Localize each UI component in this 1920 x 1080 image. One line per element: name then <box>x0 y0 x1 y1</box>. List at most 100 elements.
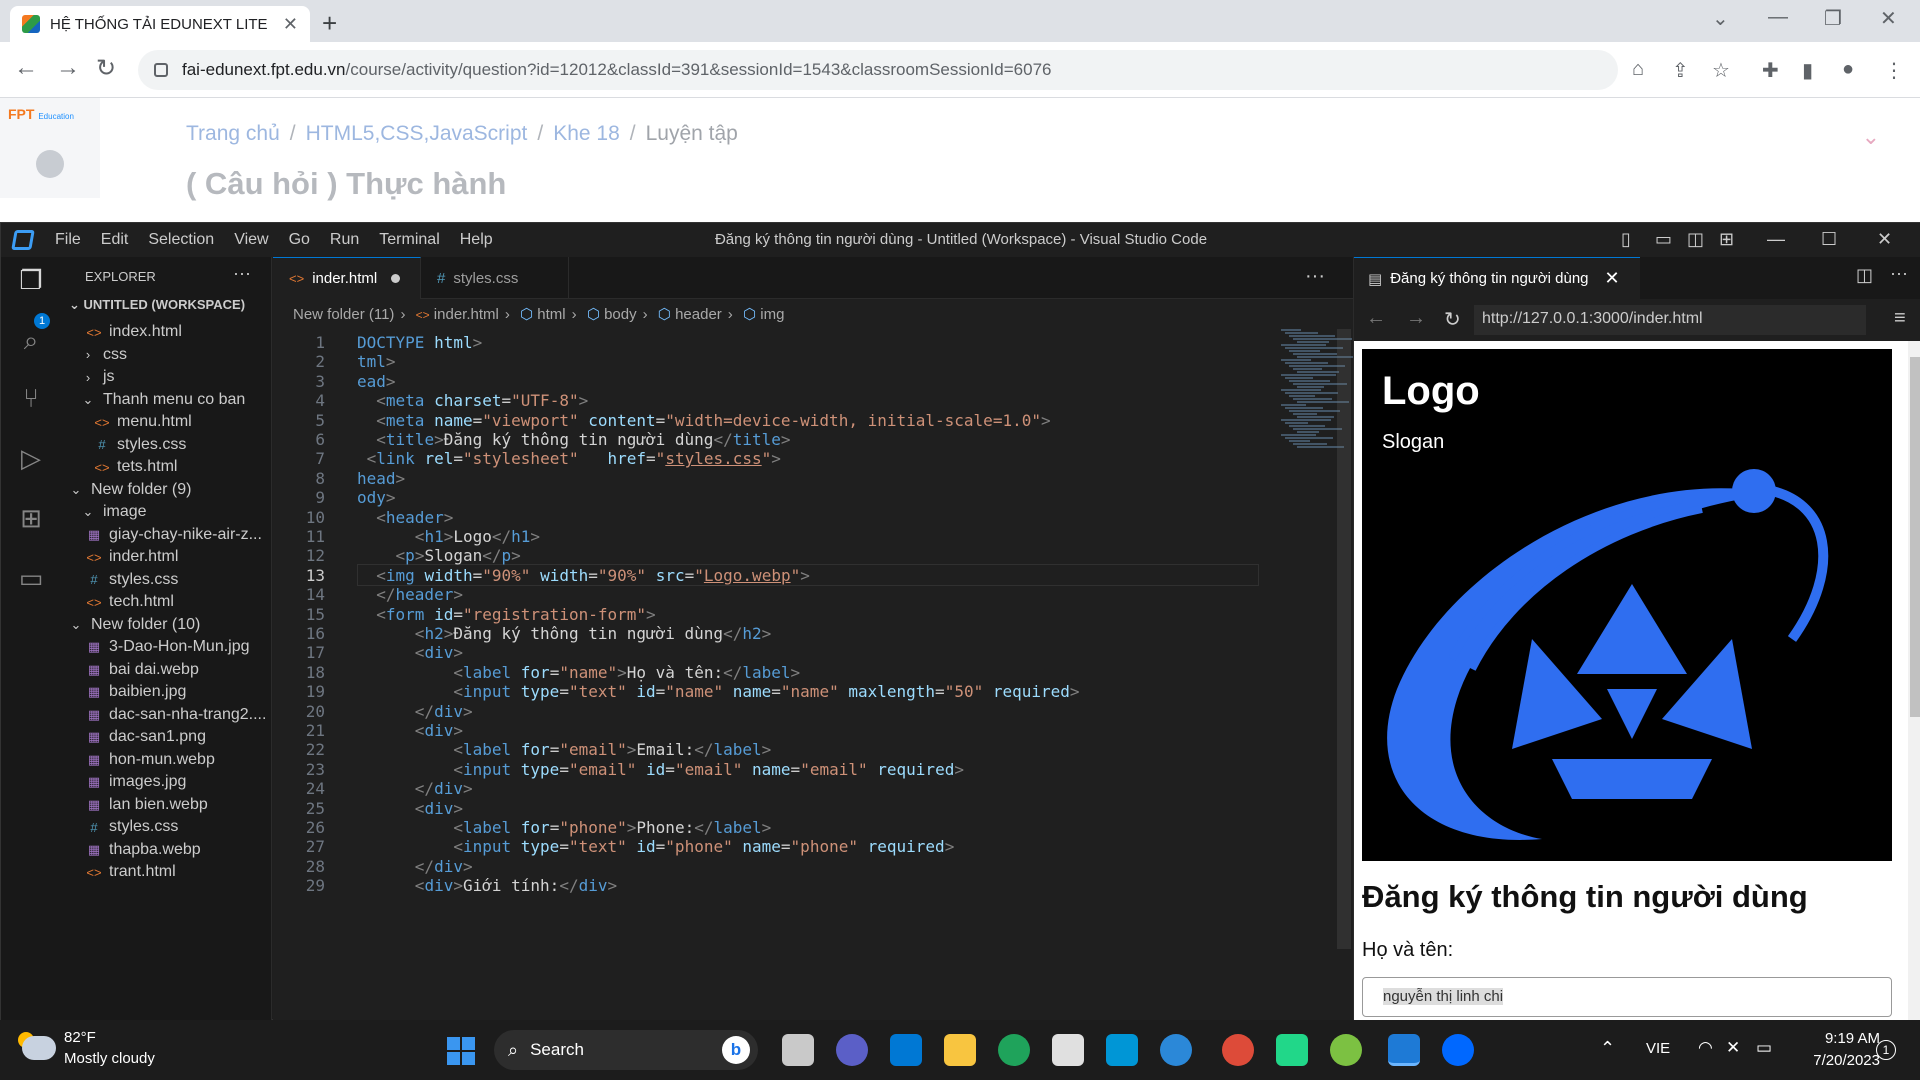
file-tree-item[interactable]: ▦ dac-san-nha-trang2.... <box>85 704 267 726</box>
breadcrumb-slot[interactable]: Khe 18 <box>553 122 620 145</box>
file-tree-item[interactable]: ▦ 3-Dao-Hon-Mun.jpg <box>85 636 250 658</box>
file-tree-item[interactable]: ⌄ New folder (10) <box>67 614 201 636</box>
forward-arrow-icon[interactable]: → <box>56 54 80 82</box>
code-line[interactable]: <link rel="stylesheet" href="styles.css"… <box>357 449 781 468</box>
chevron-up-icon[interactable]: ⌃ <box>1600 1038 1615 1059</box>
translate-icon[interactable]: ⌂ <box>1632 58 1644 81</box>
run-debug-icon[interactable]: ▷ <box>15 443 47 475</box>
crumb-file[interactable]: inder.html <box>434 306 499 323</box>
chrome-menu-icon[interactable]: ⋮ <box>1884 58 1904 83</box>
code-editor[interactable]: 1 DOCTYPE html> 2 tml> 3 ead> 4 <meta charset=… <box>273 329 1273 1021</box>
reload-icon[interactable]: ↻ <box>96 54 116 83</box>
code-line[interactable]: <p>Slogan</p> <box>357 546 521 565</box>
zalo-icon[interactable] <box>1442 1034 1474 1066</box>
preview-tab[interactable]: ▤ Đăng ký thông tin người dùng ✕ <box>1354 257 1640 299</box>
file-tree-item[interactable]: ▦ thapba.webp <box>85 839 201 861</box>
extensions-icon[interactable]: ⊞ <box>15 503 47 535</box>
crumb-header[interactable]: header <box>675 306 722 323</box>
workspace-header[interactable]: ⌄ UNTITLED (WORKSPACE) <box>69 297 245 313</box>
file-tree-item[interactable]: ▦ baibien.jpg <box>85 681 187 703</box>
taskbar-search[interactable]: ⌕ Search b <box>494 1030 758 1070</box>
file-tree-item[interactable]: # styles.css <box>85 816 178 838</box>
file-tree-item[interactable]: ▦ bai dai.webp <box>85 659 199 681</box>
menu-help[interactable]: Help <box>460 231 493 249</box>
code-line[interactable]: <label for="name">Họ và tên:</label> <box>357 663 800 682</box>
more-actions-icon[interactable]: ··· <box>1890 263 1908 284</box>
close-window-icon[interactable]: ✕ <box>1880 6 1897 31</box>
code-line[interactable]: <meta charset="UTF-8"> <box>357 391 588 410</box>
close-tab-icon[interactable]: ✕ <box>283 14 298 35</box>
close-tab-icon[interactable]: ✕ <box>1605 268 1620 289</box>
breadcrumb-course[interactable]: HTML5,CSS,JavaScript <box>306 122 528 145</box>
toggle-sidebar-icon[interactable]: ▯ <box>1621 229 1631 250</box>
code-line[interactable]: <label for="email">Email:</label> <box>357 740 771 759</box>
file-tree-item[interactable]: <> trant.html <box>85 861 175 883</box>
address-bar[interactable]: fai-edunext.fpt.edu.vn/course/activity/q… <box>138 50 1618 90</box>
file-tree-item[interactable]: <> tech.html <box>85 591 174 613</box>
vscode-minimize-icon[interactable]: — <box>1767 229 1785 250</box>
tab-inder-html[interactable]: <> inder.html <box>273 257 421 299</box>
editor-more-icon[interactable]: ··· <box>1305 265 1325 288</box>
scrollbar-thumb[interactable] <box>1910 357 1920 717</box>
file-tree-item[interactable]: <> tets.html <box>93 456 177 478</box>
fpt-logo[interactable]: FPT Education <box>8 106 74 122</box>
crumb-html[interactable]: html <box>537 306 565 323</box>
file-tree-item[interactable]: ⌄ Thanh menu co ban <box>79 389 246 411</box>
crumb-img[interactable]: img <box>760 306 784 323</box>
code-line[interactable]: <div> <box>357 799 463 818</box>
code-line[interactable]: </div> <box>357 857 473 876</box>
code-line[interactable]: <div> <box>357 643 463 662</box>
tab-search-icon[interactable]: ⌄ <box>1712 6 1729 31</box>
crumb-folder[interactable]: New folder (11) <box>293 306 394 323</box>
code-line[interactable]: <h2>Đăng ký thông tin người dùng</h2> <box>357 624 771 643</box>
file-tree-item[interactable]: ⌄ New folder (9) <box>67 479 192 501</box>
battery-icon[interactable]: ▭ <box>1756 1038 1772 1058</box>
cloud-icon[interactable] <box>22 1036 56 1060</box>
menu-file[interactable]: File <box>55 231 81 249</box>
remote-explorer-icon[interactable]: ▭ <box>15 563 47 595</box>
file-tree-item[interactable]: ⌄ image <box>79 501 147 523</box>
crumb-body[interactable]: body <box>604 306 637 323</box>
code-line[interactable]: <input type="text" id="phone" name="phon… <box>357 837 954 856</box>
file-explorer-icon[interactable] <box>944 1034 976 1066</box>
split-editor-icon[interactable]: ◫ <box>1856 265 1873 286</box>
weather-description[interactable]: Mostly cloudy <box>64 1050 155 1067</box>
back-arrow-icon[interactable]: ← <box>1366 307 1386 330</box>
preview-url-input[interactable]: http://127.0.0.1:3000/inder.html <box>1474 305 1866 335</box>
weather-temperature[interactable]: 82°F <box>64 1029 96 1046</box>
task-view-icon[interactable] <box>782 1034 814 1066</box>
file-tree-item[interactable]: <> inder.html <box>85 546 178 568</box>
search-icon[interactable]: ⌕ <box>15 325 47 357</box>
code-line[interactable]: <label for="phone">Phone:</label> <box>357 818 771 837</box>
menu-run[interactable]: Run <box>330 231 359 249</box>
edge-icon[interactable] <box>998 1034 1030 1066</box>
notifications-icon[interactable]: 1 <box>1876 1040 1896 1060</box>
more-actions-icon[interactable]: ··· <box>233 263 251 284</box>
reload-icon[interactable]: ↻ <box>1444 307 1461 332</box>
vscode-close-icon[interactable]: ✕ <box>1877 229 1892 250</box>
profile-icon[interactable]: ● <box>1842 58 1854 81</box>
code-line[interactable]: ody> <box>357 488 396 507</box>
vscode-taskbar-icon[interactable] <box>1388 1034 1420 1066</box>
explorer-icon[interactable]: ❐ <box>15 265 47 297</box>
file-tree-item[interactable]: ▦ images.jpg <box>85 771 187 793</box>
file-tree-item[interactable]: ▦ hon-mun.webp <box>85 749 215 771</box>
code-line[interactable]: head> <box>357 469 405 488</box>
code-line[interactable]: DOCTYPE html> <box>357 333 482 352</box>
forward-arrow-icon[interactable]: → <box>1406 307 1426 330</box>
help-icon[interactable] <box>1160 1034 1192 1066</box>
code-line[interactable]: <title>Đăng ký thông tin người dùng</tit… <box>357 430 790 449</box>
tab-styles-css[interactable]: # styles.css <box>421 257 569 299</box>
hamburger-menu-icon[interactable]: ≡ <box>1894 307 1906 330</box>
file-tree-item[interactable]: <> index.html <box>85 321 182 343</box>
browser-tab[interactable]: HỆ THỐNG TẢI EDUNEXT LITE ✕ <box>10 6 310 42</box>
code-line[interactable]: <meta name="viewport" content="width=dev… <box>357 411 1050 430</box>
code-line[interactable]: <img width="90%" width="90%" src="Logo.w… <box>357 566 810 585</box>
back-arrow-icon[interactable]: ← <box>14 54 38 82</box>
share-icon[interactable]: ⇪ <box>1672 58 1689 83</box>
clion-icon[interactable] <box>1276 1034 1308 1066</box>
breadcrumb-home[interactable]: Trang chủ <box>186 122 280 145</box>
unsaved-dot-icon[interactable] <box>391 274 401 283</box>
toggle-panel-icon[interactable]: ▭ <box>1655 229 1672 250</box>
bing-icon[interactable]: b <box>722 1036 750 1064</box>
